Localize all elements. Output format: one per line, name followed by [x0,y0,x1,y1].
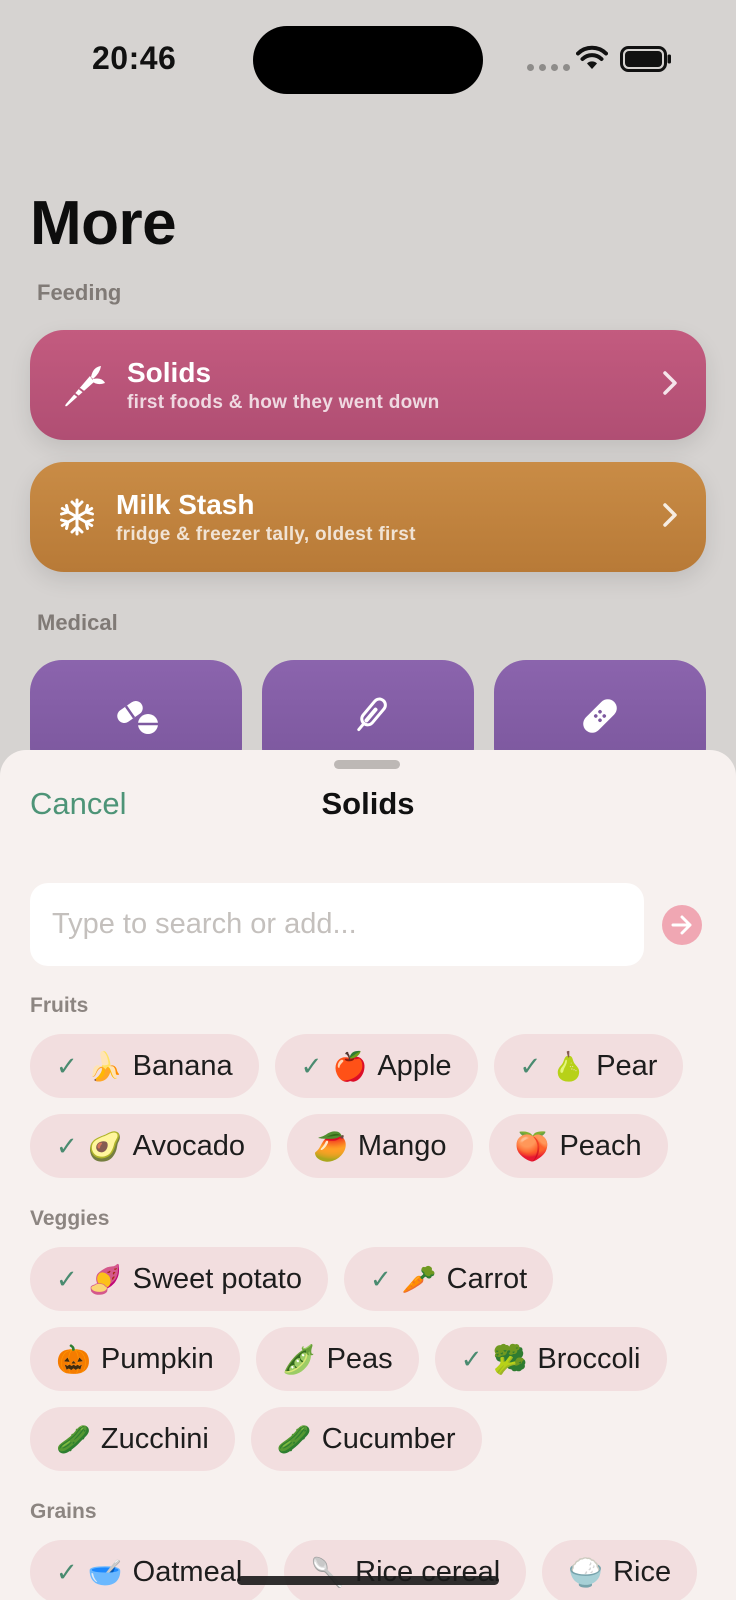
food-chip-avocado[interactable]: ✓ 🥑 Avocado [30,1114,272,1178]
food-chip-label: Carrot [446,1262,528,1295]
food-chip-label: Banana [132,1049,233,1082]
checkmark-icon: ✓ [56,1556,78,1587]
cancel-button[interactable]: Cancel [30,786,127,822]
food-chip-label: Pumpkin [100,1342,214,1375]
checkmark-icon: ✓ [56,1050,78,1081]
food-chip-peas[interactable]: 🫛 Peas [255,1327,419,1391]
fruits-row-2: ✓ 🥑 Avocado 🥭 Mango 🍑 Peach [30,1114,668,1178]
solids-card-title: Solids [127,357,212,388]
search-input[interactable] [30,883,644,966]
food-chip-zucchini[interactable]: 🥒 Zucchini [30,1407,235,1471]
food-chip-cucumber[interactable]: 🥒 Cucumber [250,1407,482,1471]
broccoli-icon: 🥦 [492,1342,528,1376]
food-chip-peach[interactable]: 🍑 Peach [488,1114,668,1178]
pear-icon: 🍐 [551,1049,587,1083]
sheet-grabber[interactable] [334,760,400,769]
food-chip-label: Peach [559,1129,642,1162]
home-indicator[interactable] [237,1576,499,1585]
food-chip-label: Avocado [132,1129,246,1162]
milk-stash-card-subtitle: fridge & freezer tally, oldest first [116,524,416,545]
apple-icon: 🍎 [332,1049,368,1083]
fruits-row-1: ✓ 🍌 Banana ✓ 🍎 Apple ✓ 🍐 Pear [30,1034,684,1098]
pills-icon [117,700,158,734]
pumpkin-icon: 🎃 [56,1342,91,1376]
wifi-icon [576,45,608,69]
food-chip-label: Peas [326,1342,393,1375]
section-label-medical: Medical [37,610,118,635]
page-title: More [30,189,177,258]
avocado-icon: 🥑 [87,1129,123,1163]
food-chip-label: Apple [377,1049,452,1082]
chevron-right-icon [663,371,677,395]
peas-icon: 🫛 [281,1342,317,1376]
sweet-potato-icon: 🍠 [87,1262,123,1296]
battery-icon [620,46,671,72]
food-chip-carrot[interactable]: ✓ 🥕 Carrot [343,1247,554,1311]
mango-icon: 🥭 [313,1129,348,1163]
food-chip-pumpkin[interactable]: 🎃 Pumpkin [30,1327,240,1391]
food-chip-label: Zucchini [100,1422,209,1455]
food-chip-mango[interactable]: 🥭 Mango [287,1114,473,1178]
food-chip-label: Broccoli [537,1342,641,1375]
veggies-row-1: ✓ 🍠 Sweet potato ✓ 🥕 Carrot [30,1247,554,1311]
snowflake-icon [60,498,94,536]
dynamic-island [253,26,483,94]
checkmark-icon: ✓ [460,1343,483,1374]
food-chip-rice-cereal[interactable]: 🥄 Rice cereal [284,1540,527,1600]
milk-stash-card-title: Milk Stash [116,489,255,520]
add-food-button[interactable] [662,905,702,945]
bowl-icon: 🥣 [87,1555,123,1589]
food-chip-sweet-potato[interactable]: ✓ 🍠 Sweet potato [30,1247,328,1311]
food-chip-rice[interactable]: 🍚 Rice [542,1540,698,1600]
milk-stash-card[interactable]: Milk Stash fridge & freezer tally, oldes… [30,462,706,572]
peach-icon: 🍑 [514,1129,550,1163]
food-chip-label: Pear [596,1049,658,1082]
solids-card[interactable]: Solids first foods & how they went down [30,330,706,440]
checkmark-icon: ✓ [56,1263,78,1294]
food-chip-label: Oatmeal [132,1555,243,1588]
bandage-icon [583,699,617,733]
veggies-row-2: 🎃 Pumpkin 🫛 Peas ✓ 🥦 Broccoli [30,1327,667,1391]
food-chip-broccoli[interactable]: ✓ 🥦 Broccoli [434,1327,667,1391]
food-chip-oatmeal[interactable]: ✓ 🥣 Oatmeal [30,1540,269,1600]
checkmark-icon: ✓ [56,1130,78,1161]
cucumber-icon: 🥒 [276,1422,312,1456]
food-chip-pear[interactable]: ✓ 🍐 Pear [493,1034,684,1098]
status-time: 20:46 [92,40,177,76]
checkmark-icon: ✓ [519,1050,542,1081]
cellular-signal-icon [527,64,570,71]
carrot-icon [65,366,105,407]
thermometer-icon [357,697,387,732]
carrot-icon: 🥕 [401,1262,437,1296]
food-chip-banana[interactable]: ✓ 🍌 Banana [30,1034,259,1098]
section-label-feeding: Feeding [37,280,122,305]
grains-row-1: ✓ 🥣 Oatmeal 🥄 Rice cereal 🍚 Rice [30,1540,698,1600]
group-label-grains: Grains [30,1500,97,1523]
solids-sheet: Solids Cancel Fruits ✓🍌Banana ✓🍎Apple ✓🍐… [0,750,736,1600]
chevron-right-icon [663,503,677,527]
banana-icon: 🍌 [87,1049,123,1083]
food-chip-label: Cucumber [321,1422,456,1455]
food-chip-apple[interactable]: ✓ 🍎 Apple [274,1034,478,1098]
zucchini-icon: 🥒 [56,1422,91,1456]
arrow-right-icon [671,915,692,935]
checkmark-icon: ✓ [300,1050,323,1081]
food-chip-label: Sweet potato [132,1262,302,1295]
food-chip-label: Rice [613,1555,672,1588]
search-field[interactable] [30,883,644,966]
food-chip-label: Mango [357,1129,447,1162]
group-label-fruits: Fruits [30,994,89,1017]
veggies-row-3: 🥒 Zucchini 🥒 Cucumber [30,1407,482,1471]
group-label-veggies: Veggies [30,1207,110,1230]
checkmark-icon: ✓ [369,1263,392,1294]
solids-card-subtitle: first foods & how they went down [127,392,440,413]
rice-icon: 🍚 [568,1555,604,1589]
